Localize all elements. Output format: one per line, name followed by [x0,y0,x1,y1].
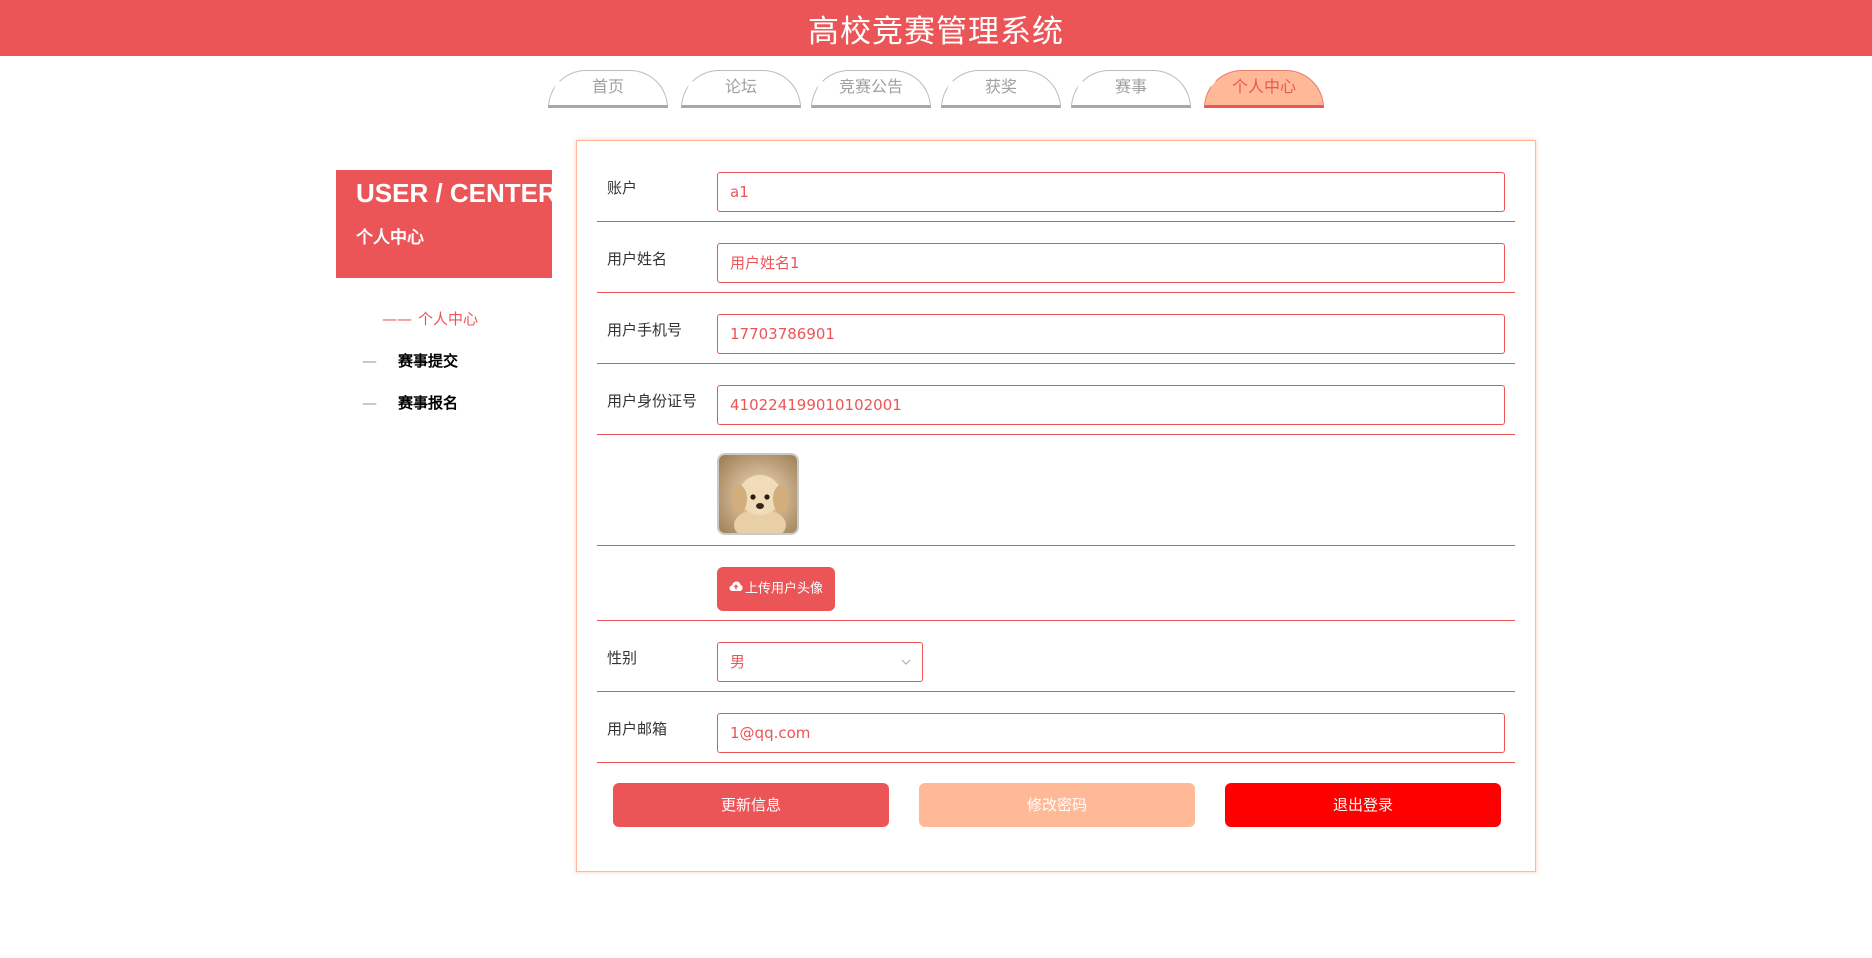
app-title: 高校竞赛管理系统 [808,13,1064,50]
form-row-upload: 上传用户头像 [597,546,1515,621]
gender-value: 男 [730,653,746,671]
sidebar-item-user-center[interactable]: —— 个人中心 [336,304,552,334]
sidebar-item-label: 个人中心 [418,310,479,328]
upload-avatar-label: 上传用户头像 [744,581,823,597]
cloud-upload-icon [729,567,743,611]
gender-select[interactable]: 男 [717,642,923,682]
tab-user-center[interactable]: 个人中心 [1204,70,1324,108]
account-label: 账户 [607,179,638,197]
logout-button[interactable]: 退出登录 [1225,783,1501,827]
gender-label: 性别 [607,649,638,667]
name-label: 用户姓名 [607,250,668,268]
sidebar-item-dash: — [362,352,377,370]
tab-announcements[interactable]: 竞赛公告 [811,70,931,108]
phone-label: 用户手机号 [607,321,683,339]
top-header: 高校竞赛管理系统 [0,0,1872,56]
form-row-idcard: 用户身份证号 410224199010102001 [597,364,1515,435]
sidebar-item-dash: — [362,394,377,412]
name-input[interactable]: 用户姓名1 [717,243,1505,283]
email-label: 用户邮箱 [607,720,668,738]
form-row-name: 用户姓名 用户姓名1 [597,222,1515,293]
update-info-button[interactable]: 更新信息 [613,783,889,827]
email-input[interactable]: 1@qq.com [717,713,1505,753]
tab-awards[interactable]: 获奖 [941,70,1061,108]
idcard-input[interactable]: 410224199010102001 [717,385,1505,425]
sidebar-item-dash: —— [382,310,412,328]
sidebar-title-en: USER / CENTER [356,178,557,208]
sidebar-item-event-signup[interactable]: — 赛事报名 [336,388,552,418]
change-password-button[interactable]: 修改密码 [919,783,1195,827]
sidebar-header: USER / CENTER 个人中心 [336,170,557,278]
form-row-avatar [597,435,1515,546]
main-nav: 首页 论坛 竞赛公告 获奖 赛事 个人中心 [0,70,1872,110]
idcard-label: 用户身份证号 [607,392,698,410]
tab-forum[interactable]: 论坛 [681,70,801,108]
profile-form-panel: 账户 a1 用户姓名 用户姓名1 用户手机号 17703786901 用户身份证… [576,140,1536,872]
account-input[interactable]: a1 [717,172,1505,212]
phone-input[interactable]: 17703786901 [717,314,1505,354]
tab-events[interactable]: 赛事 [1071,70,1191,108]
sidebar-item-event-submit[interactable]: — 赛事提交 [336,346,552,376]
tab-home[interactable]: 首页 [548,70,668,108]
sidebar-title-cn: 个人中心 [356,228,424,248]
avatar-image [717,453,799,535]
sidebar-item-label: 赛事报名 [398,394,459,412]
sidebar-item-label: 赛事提交 [398,352,459,370]
form-row-email: 用户邮箱 1@qq.com [597,692,1515,763]
chevron-down-icon [900,643,912,696]
form-row-account: 账户 a1 [597,141,1515,222]
upload-avatar-button[interactable]: 上传用户头像 [717,567,835,611]
form-row-gender: 性别 男 [597,621,1515,692]
form-row-phone: 用户手机号 17703786901 [597,293,1515,364]
